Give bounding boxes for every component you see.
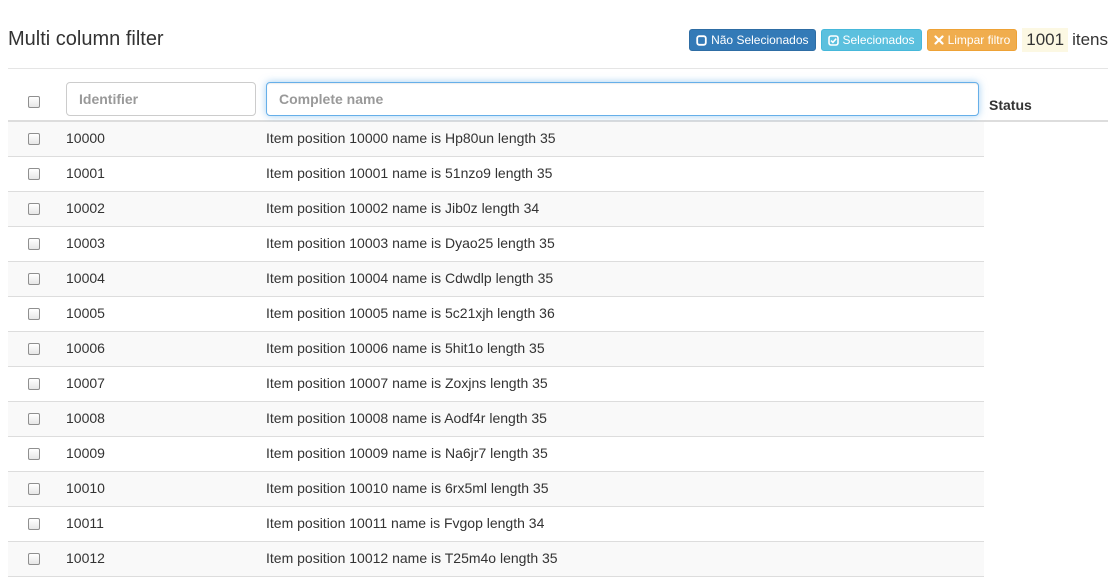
row-checkbox[interactable] — [28, 378, 40, 390]
row-checkbox[interactable] — [28, 168, 40, 180]
table-row[interactable]: 10009 Item position 10009 name is Na6jr7… — [8, 437, 984, 472]
table-row[interactable]: 10008 Item position 10008 name is Aodf4r… — [8, 402, 984, 437]
table-row[interactable]: 10000 Item position 10000 name is Hp80un… — [8, 122, 984, 157]
row-checkbox[interactable] — [28, 553, 40, 565]
table-row[interactable]: 10005 Item position 10005 name is 5c21xj… — [8, 297, 984, 332]
table-row[interactable]: 10012 Item position 10012 name is T25m4o… — [8, 542, 984, 577]
row-name: Item position 10003 name is Dyao25 lengt… — [266, 235, 555, 251]
table-body: 10000 Item position 10000 name is Hp80un… — [8, 122, 984, 577]
row-identifier: 10008 — [66, 410, 105, 426]
row-identifier: 10009 — [66, 445, 105, 461]
not-selected-label: Não Selecionados — [711, 33, 809, 47]
row-name: Item position 10000 name is Hp80un lengt… — [266, 130, 556, 146]
clear-filter-label: Limpar filtro — [947, 33, 1011, 47]
table-row[interactable]: 10011 Item position 10011 name is Fvgop … — [8, 507, 984, 542]
table-row[interactable]: 10010 Item position 10010 name is 6rx5ml… — [8, 472, 984, 507]
row-identifier: 10000 — [66, 130, 105, 146]
not-selected-button[interactable]: Não Selecionados — [689, 29, 816, 51]
row-identifier: 10003 — [66, 235, 105, 251]
row-name: Item position 10009 name is Na6jr7 lengt… — [266, 445, 548, 461]
row-identifier: 10006 — [66, 340, 105, 356]
row-name: Item position 10001 name is 51nzo9 lengt… — [266, 165, 553, 181]
row-name: Item position 10007 name is Zoxjns lengt… — [266, 375, 548, 391]
row-checkbox[interactable] — [28, 448, 40, 460]
close-icon — [933, 35, 944, 45]
row-name: Item position 10011 name is Fvgop length… — [266, 515, 545, 531]
table-row[interactable]: 10002 Item position 10002 name is Jib0z … — [8, 192, 984, 227]
row-checkbox[interactable] — [28, 203, 40, 215]
item-count-suffix: itens — [1072, 30, 1108, 49]
table-row[interactable]: 10001 Item position 10001 name is 51nzo9… — [8, 157, 984, 192]
name-filter-input[interactable] — [266, 82, 979, 116]
table-row[interactable]: 10004 Item position 10004 name is Cdwdlp… — [8, 262, 984, 297]
row-checkbox[interactable] — [28, 133, 40, 145]
row-checkbox[interactable] — [28, 308, 40, 320]
row-name: Item position 10010 name is 6rx5ml lengt… — [266, 480, 549, 496]
row-identifier: 10012 — [66, 550, 105, 566]
row-name: Item position 10004 name is Cdwdlp lengt… — [266, 270, 554, 286]
row-identifier: 10007 — [66, 375, 105, 391]
row-name: Item position 10002 name is Jib0z length… — [266, 200, 540, 216]
page-title: Multi column filter — [8, 28, 164, 50]
table-header: Status — [8, 69, 1108, 122]
toolbar: Não Selecionados Selecionados Limpar fil… — [689, 28, 1108, 52]
row-checkbox[interactable] — [28, 238, 40, 250]
status-column-header: Status — [989, 97, 1032, 113]
square-outline-icon — [696, 34, 707, 46]
select-all-checkbox[interactable] — [28, 96, 40, 108]
row-identifier: 10011 — [66, 515, 104, 531]
row-name: Item position 10012 name is T25m4o lengt… — [266, 550, 558, 566]
selected-button[interactable]: Selecionados — [820, 29, 922, 51]
row-checkbox[interactable] — [28, 518, 40, 530]
row-name: Item position 10005 name is 5c21xjh leng… — [266, 305, 555, 321]
row-name: Item position 10008 name is Aodf4r lengt… — [266, 410, 547, 426]
row-checkbox[interactable] — [28, 483, 40, 495]
selected-label: Selecionados — [842, 33, 915, 47]
row-identifier: 10002 — [66, 200, 105, 216]
row-identifier: 10004 — [66, 270, 105, 286]
table-row[interactable]: 10007 Item position 10007 name is Zoxjns… — [8, 367, 984, 402]
row-identifier: 10001 — [66, 165, 105, 181]
item-count-badge: 1001 — [1022, 28, 1069, 52]
clear-filter-button[interactable]: Limpar filtro — [926, 29, 1018, 51]
table-row[interactable]: 10006 Item position 10006 name is 5hit1o… — [8, 332, 984, 367]
table-row[interactable]: 10003 Item position 10003 name is Dyao25… — [8, 227, 984, 262]
row-checkbox[interactable] — [28, 413, 40, 425]
row-identifier: 10005 — [66, 305, 105, 321]
row-identifier: 10010 — [66, 480, 105, 496]
row-checkbox[interactable] — [28, 273, 40, 285]
identifier-filter-input[interactable] — [66, 82, 256, 116]
check-square-icon — [827, 34, 839, 46]
row-name: Item position 10006 name is 5hit1o lengt… — [266, 340, 545, 356]
row-checkbox[interactable] — [28, 343, 40, 355]
